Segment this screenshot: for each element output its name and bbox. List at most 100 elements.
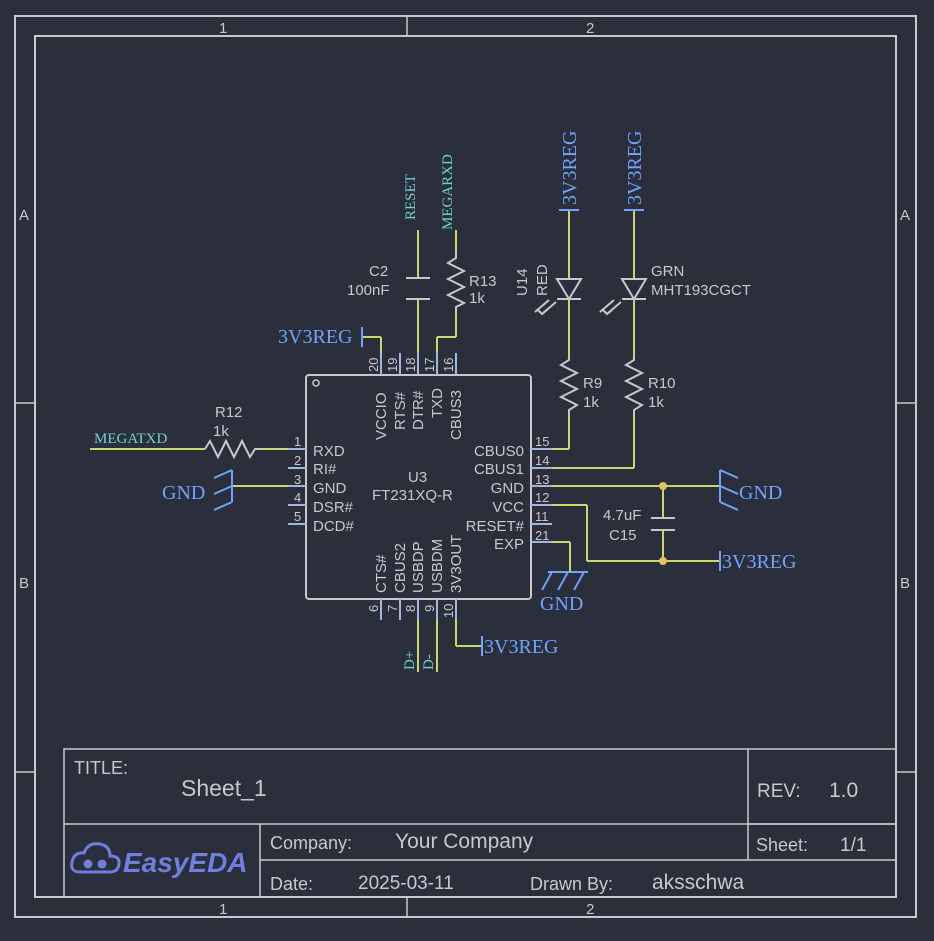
c15-value: 4.7uF: [603, 507, 641, 524]
zone-bottom-2: 2: [586, 901, 594, 918]
u3-pin-10-name: 3V3OUT: [448, 535, 465, 593]
u3-pin-15-num: 15: [535, 434, 549, 449]
u3-pin-17-name: TXD: [429, 388, 446, 418]
u3-designator: U3: [408, 469, 427, 486]
r10-symbol: [623, 355, 645, 415]
u3-pin-8-num: 8: [403, 605, 418, 612]
company-label: Company:: [270, 833, 352, 853]
schematic-sheet: 1 2 1 2 A B A B TITLE: Sheet_1 REV: 1.0 …: [14, 15, 917, 918]
title-label: TITLE:: [74, 758, 128, 778]
u3-pin-18-name: DTR#: [410, 390, 427, 430]
u3-pin-9-name: USBDM: [429, 539, 446, 593]
led-grn-ref: GRN: [651, 263, 684, 280]
u3-pin-16-name: CBUS3: [448, 390, 465, 440]
u3-pin-18-num: 18: [403, 358, 418, 372]
c2-symbol: [406, 277, 430, 300]
r12-ref: R12: [215, 404, 243, 421]
u3-pin-1-num: 1: [294, 434, 301, 449]
logo-text: EasyEDA: [123, 847, 248, 878]
gnd-label-bottom: GND: [540, 593, 583, 615]
r10-ref: R10: [648, 375, 676, 392]
u3-pin-4-name: DSR#: [313, 499, 354, 516]
r10-value: 1k: [648, 394, 664, 411]
zone-top-2: 2: [586, 20, 594, 37]
led-grn-value: MHT193CGCT: [651, 282, 751, 299]
u3-pin-2-num: 2: [294, 453, 301, 468]
u3-pin1-dot: [312, 379, 320, 387]
u14-ref: U14: [514, 268, 531, 296]
led-green-symbol: [599, 278, 648, 316]
gnd-label-right: GND: [739, 482, 782, 504]
u3-pin-12-num: 12: [535, 490, 549, 505]
zone-right-a: A: [900, 207, 910, 224]
u3-pin-20-num: 20: [366, 358, 381, 372]
title-value: Sheet_1: [181, 775, 267, 801]
u3-pin-12-name: VCC: [492, 499, 524, 516]
u3-pin-11-name: RESET#: [466, 518, 525, 535]
u3-pin-14-num: 14: [535, 453, 549, 468]
u3-pin-15-name: CBUS0: [474, 443, 524, 460]
r13-ref: R13: [469, 273, 497, 290]
net-reset: RESET: [403, 174, 419, 220]
r9-ref: R9: [583, 375, 602, 392]
zone-bottom-1: 1: [219, 901, 227, 918]
rev-label: REV:: [757, 781, 801, 802]
junction-3v3: [659, 557, 667, 565]
rev-value: 1.0: [829, 779, 858, 802]
u3-pin-7-num: 7: [385, 605, 400, 612]
u3-pin-14-name: CBUS1: [474, 461, 524, 478]
u3-pin-16-num: 16: [441, 358, 456, 372]
pwr-label-led-red: 3V3REG: [559, 131, 581, 205]
zone-top-1: 1: [219, 20, 227, 37]
sheet-value: 1/1: [840, 835, 866, 856]
net-dplus: D+: [402, 651, 418, 670]
u3-pin-20-name: VCCIO: [373, 392, 390, 440]
r13-value: 1k: [469, 290, 485, 307]
u3-pin-3-num: 3: [294, 472, 301, 487]
pwr-label-3v3out: 3V3REG: [484, 636, 558, 658]
gnd-symbol-right: [719, 469, 739, 511]
u3-pin-9-num: 9: [422, 605, 437, 612]
net-megatxd: MEGATXD: [94, 431, 167, 447]
date-value: 2025-03-11: [358, 873, 454, 894]
date-label: Date:: [270, 874, 313, 894]
zone-left-a: A: [19, 207, 29, 224]
gnd-symbol-left: [213, 469, 233, 511]
r13-symbol: [445, 252, 467, 312]
net-megarxd: MEGARXD: [440, 154, 456, 230]
u3-pin-5-num: 5: [294, 509, 301, 524]
u3-pin-4-num: 4: [294, 490, 301, 505]
r9-value: 1k: [583, 394, 599, 411]
c15-symbol: [651, 517, 675, 531]
u3-pin-21-num: 21: [535, 528, 549, 543]
u3-pin-2-name: RI#: [313, 461, 337, 478]
easyeda-logo: EasyEDA: [70, 842, 248, 878]
r12-symbol: [204, 438, 260, 460]
gnd-symbol-bottom: [541, 571, 588, 591]
net-dminus: D-: [421, 654, 437, 670]
u3-pin-19-name: RTS#: [392, 391, 409, 430]
u3-pin-19-num: 19: [385, 358, 400, 372]
u14-value: RED: [534, 264, 551, 296]
u3-value: FT231XQ-R: [372, 487, 453, 504]
u3-pin-5-name: DCD#: [313, 518, 354, 535]
sheet-label: Sheet:: [756, 835, 808, 855]
u3-pin-17-num: 17: [422, 358, 437, 372]
company-value: Your Company: [395, 830, 534, 853]
u3-pin-1-name: RXD: [313, 443, 345, 460]
u3-pin-6-num: 6: [366, 605, 381, 612]
c2-value: 100nF: [347, 282, 390, 299]
cloud-icon: [70, 842, 121, 874]
drawn-label: Drawn By:: [530, 874, 613, 894]
zone-left-b: B: [19, 575, 29, 592]
zone-right-b: B: [900, 575, 910, 592]
u3-pin-11-num: 11: [535, 509, 549, 524]
pwr-label-vccio: 3V3REG: [278, 326, 352, 348]
u3-pin-13-num: 13: [535, 472, 549, 487]
r12-value: 1k: [213, 423, 229, 440]
r9-symbol: [558, 355, 580, 415]
u3-pin-6-name: CTS#: [373, 554, 390, 593]
u3-pin-3-name: GND: [313, 480, 347, 497]
gnd-label-left: GND: [162, 482, 205, 504]
u3-pin-8-name: USBDP: [410, 541, 427, 593]
